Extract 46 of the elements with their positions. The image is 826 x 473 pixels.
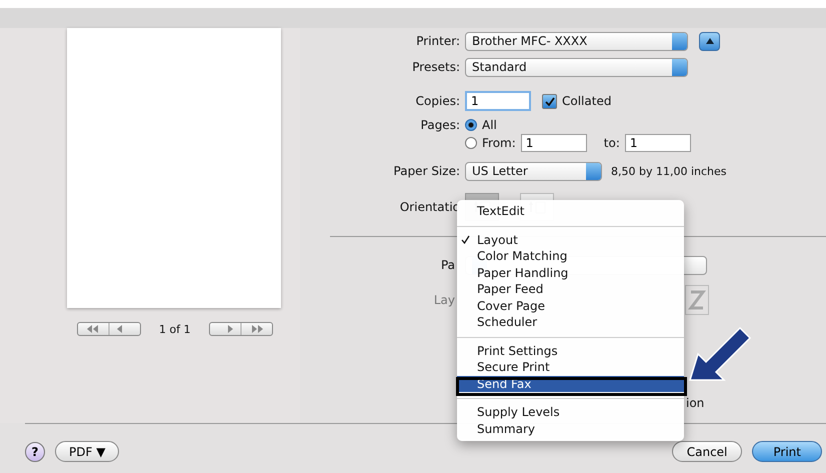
disclosure-button[interactable] [699, 32, 720, 50]
radio-label: From: [482, 136, 516, 150]
to-field[interactable]: 1 [624, 134, 691, 152]
copies-label: Copies: [414, 94, 460, 108]
paper-dimensions: 8,50 by 11,00 inches [611, 164, 727, 178]
menu-item[interactable]: Color Matching [457, 248, 684, 264]
collated-checkbox[interactable] [542, 94, 557, 108]
layout-direction-label: Lay [432, 293, 455, 307]
menu-item[interactable]: Paper Feed [457, 281, 684, 298]
menu-item[interactable]: Summary [457, 420, 684, 437]
previous-page-buttons[interactable] [77, 322, 141, 336]
next-page-buttons[interactable] [208, 322, 273, 336]
menu-item[interactable]: TextEdit [457, 203, 684, 220]
menu-item[interactable]: Supply Levels [457, 404, 684, 420]
menu-item[interactable]: Print Settings [457, 342, 684, 359]
checkmark-icon [461, 235, 470, 244]
reverse-orientation-label: ion [686, 396, 704, 410]
checkmark-icon [544, 96, 554, 106]
pages-per-sheet-label: Pa [440, 258, 455, 272]
pages-label: Pages: [420, 118, 460, 132]
menu-item[interactable]: Cover Page [457, 298, 684, 314]
pdf-button[interactable]: PDF ▼ [55, 441, 120, 462]
orientation-label: Orientatio [398, 200, 460, 214]
radio-button[interactable] [465, 137, 477, 149]
radio-label: All [482, 118, 497, 132]
triangle-icon [706, 38, 714, 44]
page-indicator: 1 of 1 [159, 322, 191, 336]
menu-item[interactable]: Layout [457, 232, 684, 248]
menu-item[interactable]: Scheduler [457, 314, 684, 330]
help-button[interactable]: ? [25, 442, 45, 462]
printer-popup[interactable]: Brother MFC- XXXX [465, 32, 688, 50]
paper-size-popup[interactable]: US Letter [465, 162, 602, 180]
from-field[interactable]: 1 [520, 134, 587, 152]
presets-popup[interactable]: Standard [465, 58, 688, 76]
collated-label: Collated [562, 94, 612, 108]
copies-field[interactable]: 1 [465, 91, 531, 111]
menu-item[interactable]: Secure Print [457, 359, 684, 376]
to-label: to: [604, 136, 620, 150]
printer-label: Printer: [415, 34, 460, 48]
paper-size-label: Paper Size: [392, 164, 460, 178]
print-button[interactable]: Print [752, 441, 822, 462]
cancel-button[interactable]: Cancel [672, 441, 742, 462]
radio-button[interactable] [465, 119, 477, 131]
presets-label: Presets: [411, 60, 460, 74]
menu-item[interactable]: Paper Handling [457, 264, 684, 281]
arrow-icon [688, 326, 752, 382]
